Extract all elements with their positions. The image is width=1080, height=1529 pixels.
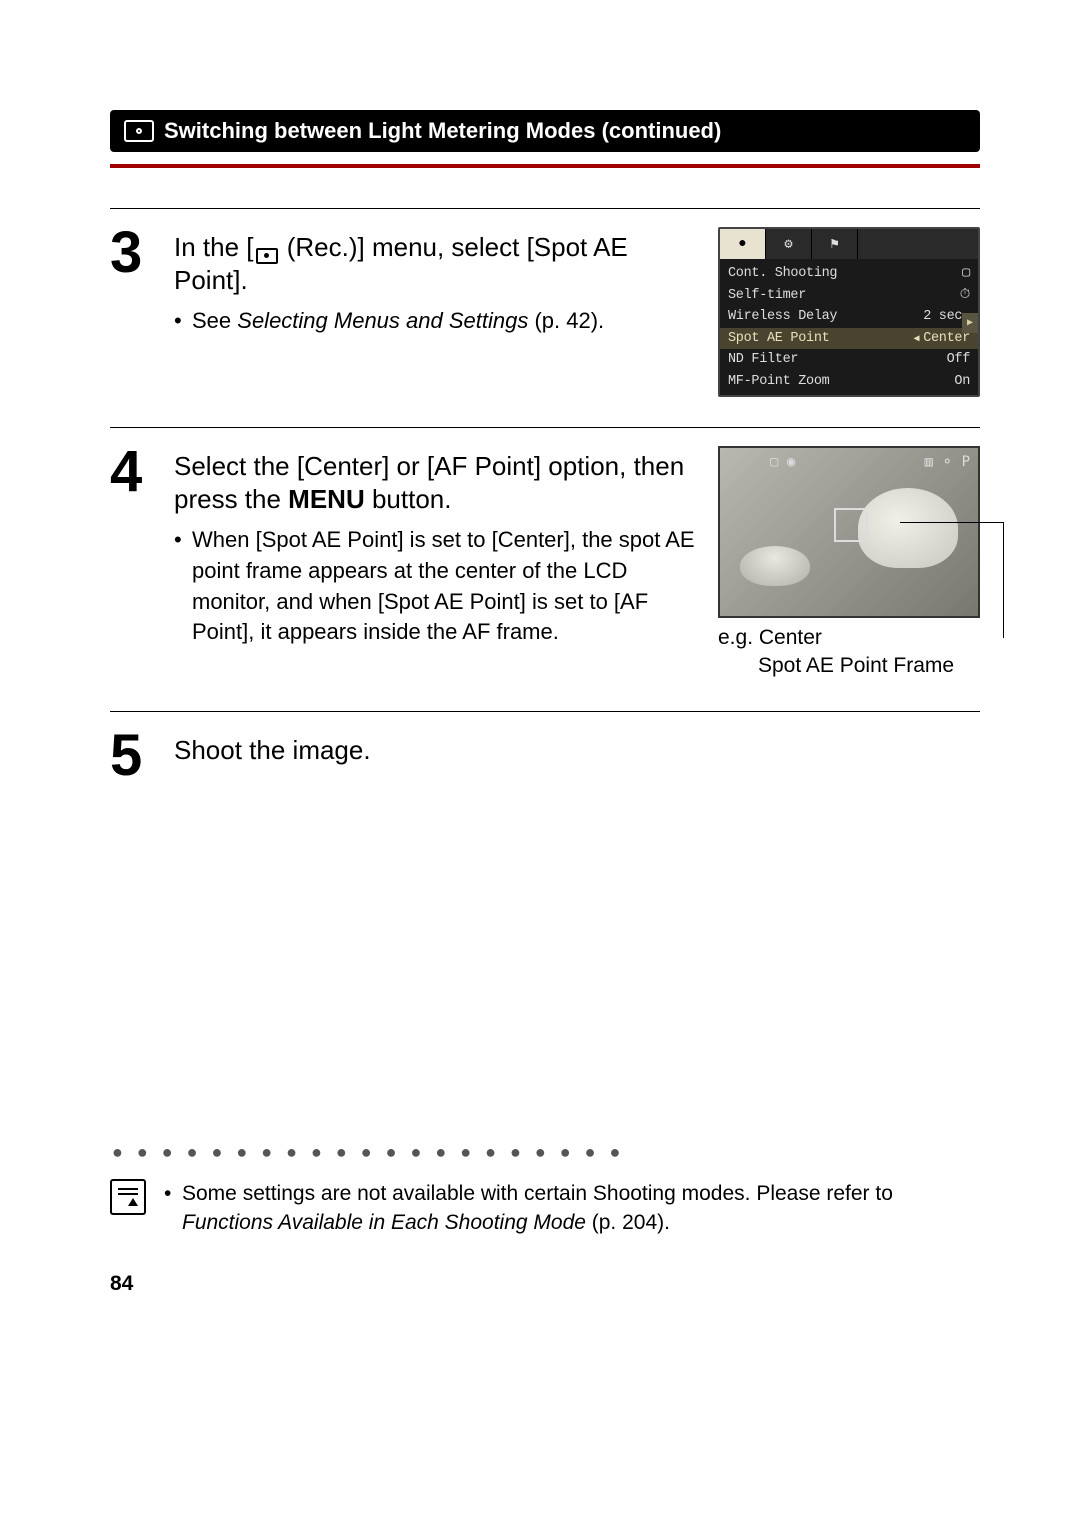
section-header: Switching between Light Metering Modes (… xyxy=(110,110,980,152)
page-number: 84 xyxy=(110,1272,980,1296)
step-3-section: 3 In the [ (Rec.)] menu, select [Spot AE… xyxy=(110,208,980,397)
divider xyxy=(110,427,980,428)
spot-ae-point-frame xyxy=(834,508,868,542)
menu-item: Cont. Shooting▢ xyxy=(720,263,978,285)
note-block: Some settings are not available with cer… xyxy=(110,1179,980,1238)
note-text: Some settings are not available with cer… xyxy=(164,1179,980,1238)
camera-lcd-preview: ▢ ◉ ▥ ⚬ P xyxy=(718,446,980,618)
menu-item: Wireless Delay2 sec. xyxy=(720,306,978,328)
menu-tab-my: ⚑ xyxy=(812,229,858,259)
step-5-body: Shoot the image. xyxy=(174,730,980,777)
step-3-bullet: See Selecting Menus and Settings (p. 42)… xyxy=(174,306,698,337)
menu-item: ND FilterOff xyxy=(720,349,978,371)
step-3-heading: In the [ (Rec.)] menu, select [Spot AE P… xyxy=(174,231,698,296)
step-number-4: 4 xyxy=(110,446,154,498)
lcd-caption: e.g. Center Spot AE Point Frame xyxy=(718,624,980,681)
section-header-title: Switching between Light Metering Modes (… xyxy=(164,118,721,144)
step-4-section: 4 Select the [Center] or [AF Point] opti… xyxy=(110,427,980,681)
step-5-heading: Shoot the image. xyxy=(174,734,980,767)
step-3-body: In the [ (Rec.)] menu, select [Spot AE P… xyxy=(174,227,698,343)
header-underline xyxy=(110,164,980,168)
menu-tab-setup: ⚙ xyxy=(766,229,812,259)
step-4-body: Select the [Center] or [AF Point] option… xyxy=(174,446,698,654)
step-5-section: 5 Shoot the image. xyxy=(110,711,980,782)
step-4-screenshot: ▢ ◉ ▥ ⚬ P e.g. Center Spot AE Point Fram… xyxy=(718,446,980,681)
menu-item: Self-timer⏱ xyxy=(720,285,978,307)
divider xyxy=(110,711,980,712)
step-4-bullet: When [Spot AE Point] is set to [Center],… xyxy=(174,525,698,648)
menu-item-selected: Spot AE PointCenter xyxy=(720,328,978,350)
divider xyxy=(110,208,980,209)
lcd-overlay-icons-left: ▢ ◉ xyxy=(770,454,795,470)
camera-menu-screenshot: ● ⚙ ⚑ Cont. Shooting▢ Self-timer⏱ Wirele… xyxy=(718,227,980,397)
step-4-heading: Select the [Center] or [AF Point] option… xyxy=(174,450,698,515)
callout-pointer-line xyxy=(1003,522,1004,638)
metering-mode-icon xyxy=(124,120,154,142)
menu-item: MF-Point ZoomOn xyxy=(720,371,978,393)
lcd-scene-bowl xyxy=(740,546,810,586)
step-3-screenshot: ● ⚙ ⚑ Cont. Shooting▢ Self-timer⏱ Wirele… xyxy=(718,227,980,397)
menu-tab-rec: ● xyxy=(720,229,766,259)
lcd-overlay-icons-right: ▥ ⚬ P xyxy=(925,454,970,470)
step-number-3: 3 xyxy=(110,227,154,279)
dotted-separator: ●●●●●●●●●●●●●●●●●●●●● xyxy=(110,1142,980,1163)
rec-menu-icon xyxy=(256,248,278,264)
note-icon xyxy=(110,1179,146,1215)
step-number-5: 5 xyxy=(110,730,154,782)
lcd-scene-teapot xyxy=(858,488,958,568)
menu-right-arrow-icon: ▶ xyxy=(962,313,978,333)
